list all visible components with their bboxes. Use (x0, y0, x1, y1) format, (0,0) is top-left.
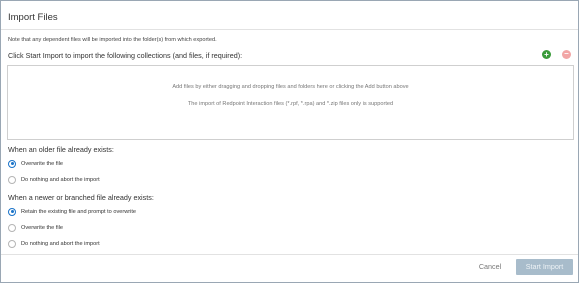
radio-older-overwrite[interactable]: Overwrite the file (8, 159, 63, 168)
import-files-dialog: Import Files Note that any dependent fil… (0, 0, 579, 283)
radio-button[interactable] (8, 175, 16, 184)
radio-label: Overwrite the file (21, 160, 63, 167)
file-drop-zone[interactable]: Add files by either dragging and droppin… (7, 65, 574, 140)
older-file-label: When an older file already exists: (8, 145, 114, 154)
newer-file-label: When a newer or branched file already ex… (8, 193, 154, 202)
radio-button[interactable] (8, 223, 16, 232)
drop-zone-hint: Add files by either dragging and droppin… (172, 84, 409, 90)
start-import-button[interactable]: Start Import (516, 259, 573, 275)
radio-button[interactable] (8, 239, 16, 248)
title-divider (1, 29, 578, 30)
cancel-button[interactable]: Cancel (471, 259, 509, 275)
add-files-button[interactable]: + (542, 50, 551, 59)
radio-label: Do nothing and abort the import (21, 176, 100, 183)
dialog-title: Import Files (8, 12, 58, 23)
radio-older-abort[interactable]: Do nothing and abort the import (8, 175, 100, 184)
radio-label: Overwrite the file (21, 224, 63, 231)
dependency-note: Note that any dependent files will be im… (8, 37, 217, 43)
footer-divider (1, 254, 578, 255)
radio-newer-retain-prompt[interactable]: Retain the existing file and prompt to o… (8, 207, 136, 216)
plus-circle-icon: + (544, 50, 549, 59)
radio-newer-abort[interactable]: Do nothing and abort the import (8, 239, 100, 248)
radio-button[interactable] (8, 207, 16, 216)
minus-circle-icon: – (564, 49, 569, 58)
import-instruction: Click Start Import to import the followi… (8, 51, 243, 60)
radio-label: Do nothing and abort the import (21, 240, 100, 247)
radio-label: Retain the existing file and prompt to o… (21, 208, 137, 215)
supported-files-hint: The import of Redpoint Interaction files… (187, 101, 394, 107)
remove-files-button[interactable]: – (562, 50, 571, 59)
radio-button[interactable] (8, 159, 16, 168)
radio-newer-overwrite[interactable]: Overwrite the file (8, 223, 63, 232)
